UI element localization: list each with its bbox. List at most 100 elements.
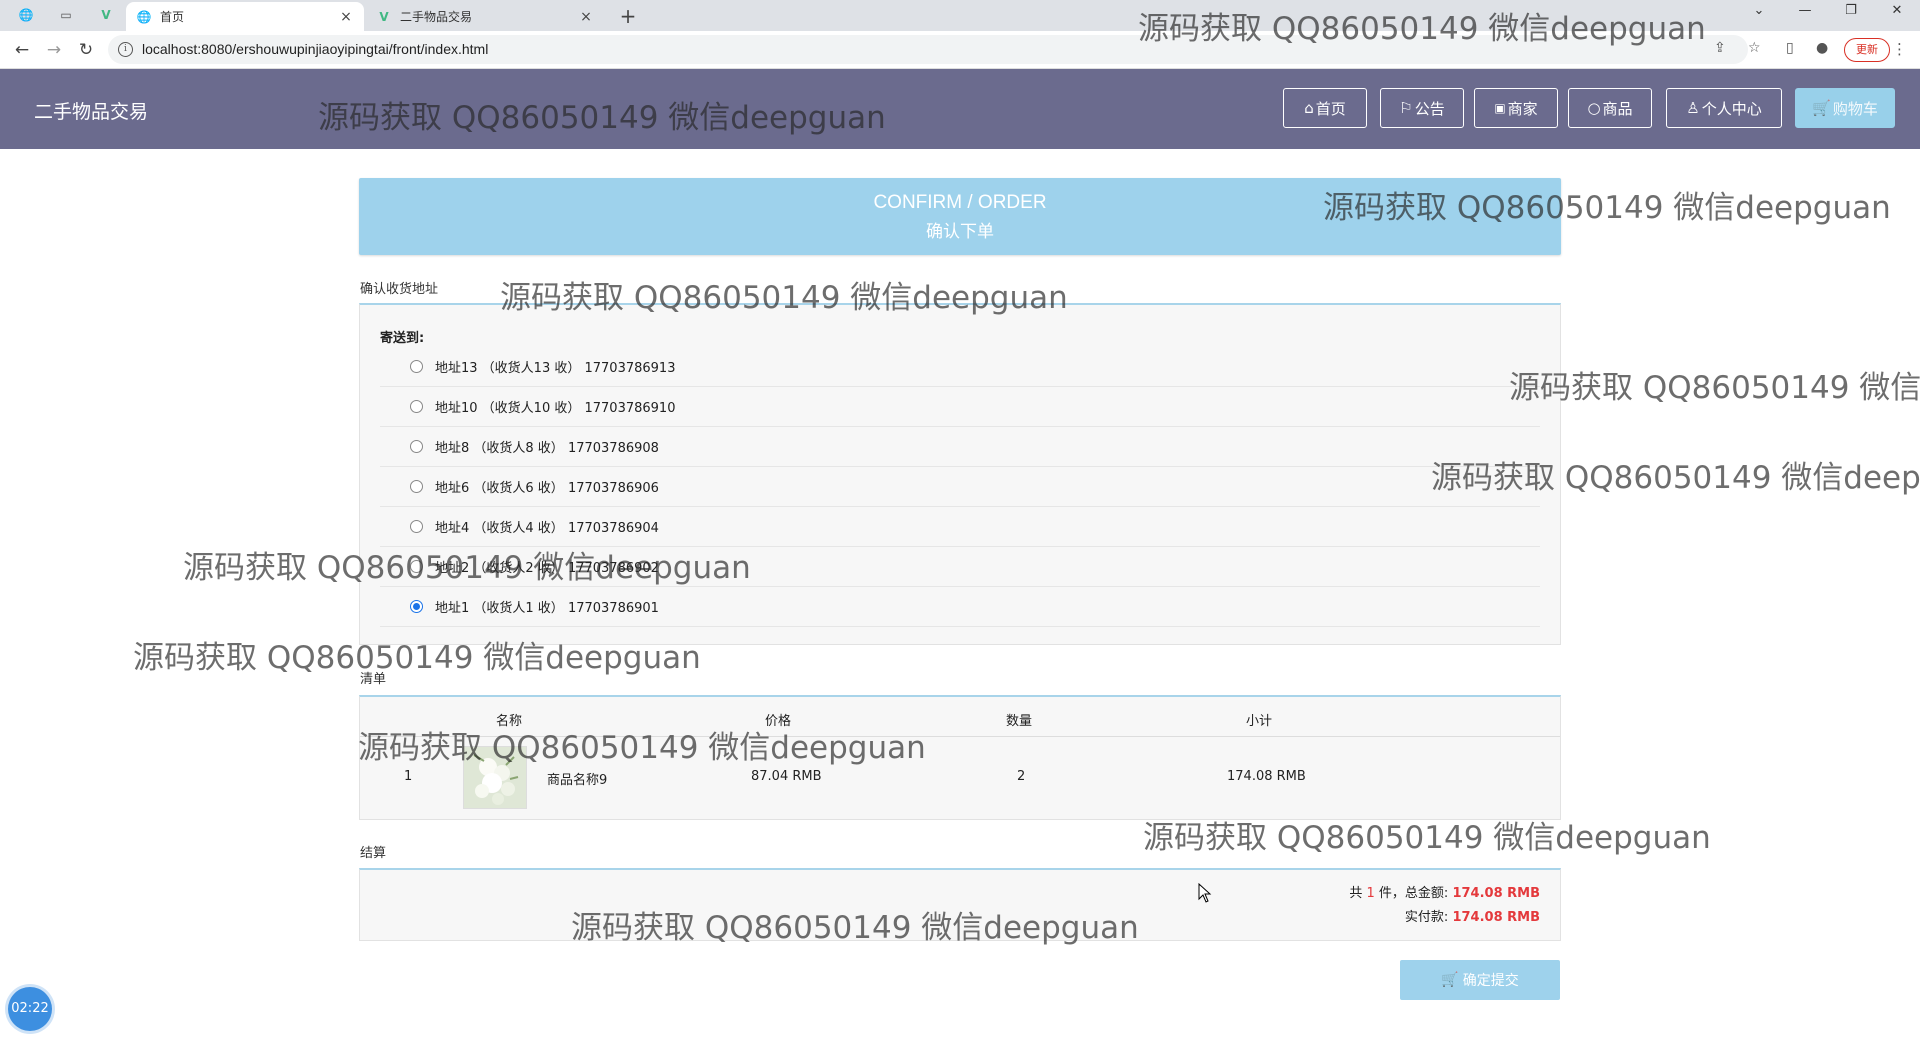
table-row: 1 商品名称9 87.04 RMB 2 174.08 RMB — [360, 737, 1560, 817]
total-amount: 174.08 RMB — [1452, 886, 1540, 901]
user-icon: ♙ — [1686, 99, 1700, 117]
site-title[interactable]: 二手物品交易 — [34, 97, 148, 124]
address-option[interactable]: 地址4 （收货人4 收） 17703786904 — [380, 507, 1540, 547]
url-text[interactable]: localhost:8080/ershouwupinjiaoyipingtai/… — [142, 41, 488, 57]
circle-icon: ○ — [1587, 99, 1601, 117]
forward-icon[interactable]: → — [42, 38, 66, 62]
tab-secondhand[interactable]: V 二手物品交易 × — [366, 2, 604, 31]
address-radio[interactable] — [410, 440, 423, 453]
nav-personal-center[interactable]: ♙ 个人中心 — [1666, 88, 1782, 128]
nav-label: 首页 — [1315, 99, 1346, 118]
paid-amount: 174.08 RMB — [1452, 910, 1540, 925]
row-subtotal: 174.08 RMB — [1227, 769, 1306, 784]
address-radio[interactable] — [410, 400, 423, 413]
row-qty: 2 — [1017, 769, 1026, 784]
checkout-panel: 共 1 件，总金额: 174.08 RMB 实付款: 174.08 RMB — [359, 868, 1561, 941]
address-option[interactable]: 地址8 （收货人8 收） 17703786908 — [380, 427, 1540, 467]
nav-notice[interactable]: ⚐ 公告 — [1380, 88, 1464, 128]
header-name: 名称 — [496, 714, 523, 729]
nav-cart[interactable]: 🛒 购物车 — [1795, 88, 1895, 128]
star-icon[interactable]: ☆ — [1748, 40, 1761, 56]
submit-label: 确定提交 — [1462, 973, 1519, 989]
nav-label: 商家 — [1507, 99, 1538, 118]
header-subtotal: 小计 — [1246, 714, 1273, 729]
order-list-panel: 名称 价格 数量 小计 1 商品名称9 87.04 RMB 2 174.08 R… — [359, 695, 1561, 820]
globe-icon[interactable]: 🌐 — [18, 7, 34, 23]
tab-home[interactable]: 🌐 首页 × — [126, 2, 364, 31]
address-text: 地址13 （收货人13 收） 17703786913 — [435, 361, 676, 376]
nav-label: 购物车 — [1832, 99, 1878, 118]
flag-icon: ⚐ — [1399, 99, 1413, 117]
banner-title-cn: 确认下单 — [926, 222, 994, 242]
window-close-icon[interactable]: ✕ — [1882, 3, 1912, 18]
address-radio[interactable] — [410, 520, 423, 533]
address-text: 地址1 （收货人1 收） 17703786901 — [435, 601, 659, 616]
browser-tab-bar: 🌐 ▭ V 🌐 首页 × V 二手物品交易 × + ⌄ — ❐ ✕ — [0, 0, 1920, 31]
address-radio[interactable] — [410, 600, 423, 613]
address-radio[interactable] — [410, 480, 423, 493]
count-prefix: 共 — [1349, 886, 1363, 901]
summary-total-line: 共 1 件，总金额: 174.08 RMB — [1349, 882, 1540, 906]
address-text: 地址4 （收货人4 收） 17703786904 — [435, 521, 659, 536]
globe-icon: 🌐 — [136, 9, 152, 24]
nav-label: 商品 — [1602, 99, 1633, 118]
address-text: 地址8 （收货人8 收） 17703786908 — [435, 441, 659, 456]
row-name: 商品名称9 — [547, 773, 608, 788]
tab-search-icon[interactable]: ⌄ — [1744, 3, 1774, 18]
cart-icon: 🛒 — [1441, 972, 1459, 988]
checkout-section-label: 结算 — [360, 846, 387, 861]
info-icon[interactable]: i — [118, 42, 133, 57]
product-thumbnail[interactable] — [463, 746, 527, 809]
address-text: 地址10 （收货人10 收） 17703786910 — [435, 401, 676, 416]
nav-merchant[interactable]: ▣ 商家 — [1474, 88, 1558, 128]
update-button[interactable]: 更新 — [1844, 38, 1890, 62]
more-menu-icon[interactable]: ⋮ — [1892, 40, 1907, 58]
banner-title-en: CONFIRM / ORDER — [873, 192, 1047, 213]
cart-icon: 🛒 — [1812, 99, 1831, 117]
site-header: 二手物品交易 ⌂ 首页 ⚐ 公告 ▣ 商家 ○ 商品 ♙ 个人中心 🛒 购物车 — [0, 69, 1920, 149]
back-icon[interactable]: ← — [10, 38, 34, 62]
gift-icon: ▣ — [1494, 101, 1506, 115]
address-option[interactable]: 地址6 （收货人6 收） 17703786906 — [380, 467, 1540, 507]
side-panel-icon[interactable]: ▯ — [1786, 40, 1794, 56]
address-text: 地址6 （收货人6 收） 17703786906 — [435, 481, 659, 496]
header-qty: 数量 — [1006, 714, 1033, 729]
address-option-selected[interactable]: 地址1 （收货人1 收） 17703786901 — [380, 587, 1540, 627]
close-icon[interactable]: × — [338, 9, 354, 25]
nav-goods[interactable]: ○ 商品 — [1568, 88, 1652, 128]
nav-label: 公告 — [1414, 99, 1445, 118]
tab-title: 首页 — [160, 10, 185, 24]
address-option[interactable]: 地址2 （收货人2 收） 17703786902 — [380, 547, 1540, 587]
reload-icon[interactable]: ↻ — [74, 38, 98, 62]
row-index: 1 — [404, 769, 413, 784]
address-option[interactable]: 地址13 （收货人13 收） 17703786913 — [380, 347, 1540, 387]
address-radio[interactable] — [410, 560, 423, 573]
profile-icon[interactable]: ● — [1816, 40, 1828, 56]
address-radio[interactable] — [410, 360, 423, 373]
url-bar[interactable]: i localhost:8080/ershouwupinjiaoyipingta… — [108, 35, 1761, 64]
address-option[interactable]: 地址10 （收货人10 收） 17703786910 — [380, 387, 1540, 427]
minimize-icon[interactable]: — — [1790, 3, 1820, 18]
summary-paid-line: 实付款: 174.08 RMB — [1349, 906, 1540, 930]
new-tab-button[interactable]: + — [616, 4, 640, 28]
order-summary: 共 1 件，总金额: 174.08 RMB 实付款: 174.08 RMB — [1349, 882, 1540, 930]
mouse-cursor-icon — [1198, 882, 1212, 907]
submit-order-button[interactable]: 🛒 确定提交 — [1400, 960, 1560, 1000]
timer-badge[interactable]: 02:22 — [8, 987, 52, 1031]
home-icon: ⌂ — [1304, 99, 1314, 117]
ship-to-label: 寄送到: — [380, 331, 425, 346]
blank-tab-icon[interactable]: ▭ — [58, 7, 74, 23]
share-icon[interactable]: ⇪ — [1714, 40, 1726, 56]
close-icon[interactable]: × — [578, 9, 594, 25]
tab-title: 二手物品交易 — [400, 10, 473, 24]
restore-icon[interactable]: ❐ — [1836, 3, 1866, 18]
paid-label: 实付款: — [1404, 910, 1449, 925]
header-price: 价格 — [765, 714, 792, 729]
item-count: 1 — [1366, 886, 1375, 901]
address-section-label: 确认收货地址 — [360, 282, 439, 297]
vue-icon[interactable]: V — [98, 7, 114, 23]
list-header-row: 名称 价格 数量 小计 — [360, 697, 1560, 737]
row-price: 87.04 RMB — [751, 769, 822, 784]
nav-home[interactable]: ⌂ 首页 — [1283, 88, 1367, 128]
address-text: 地址2 （收货人2 收） 17703786902 — [435, 561, 659, 576]
